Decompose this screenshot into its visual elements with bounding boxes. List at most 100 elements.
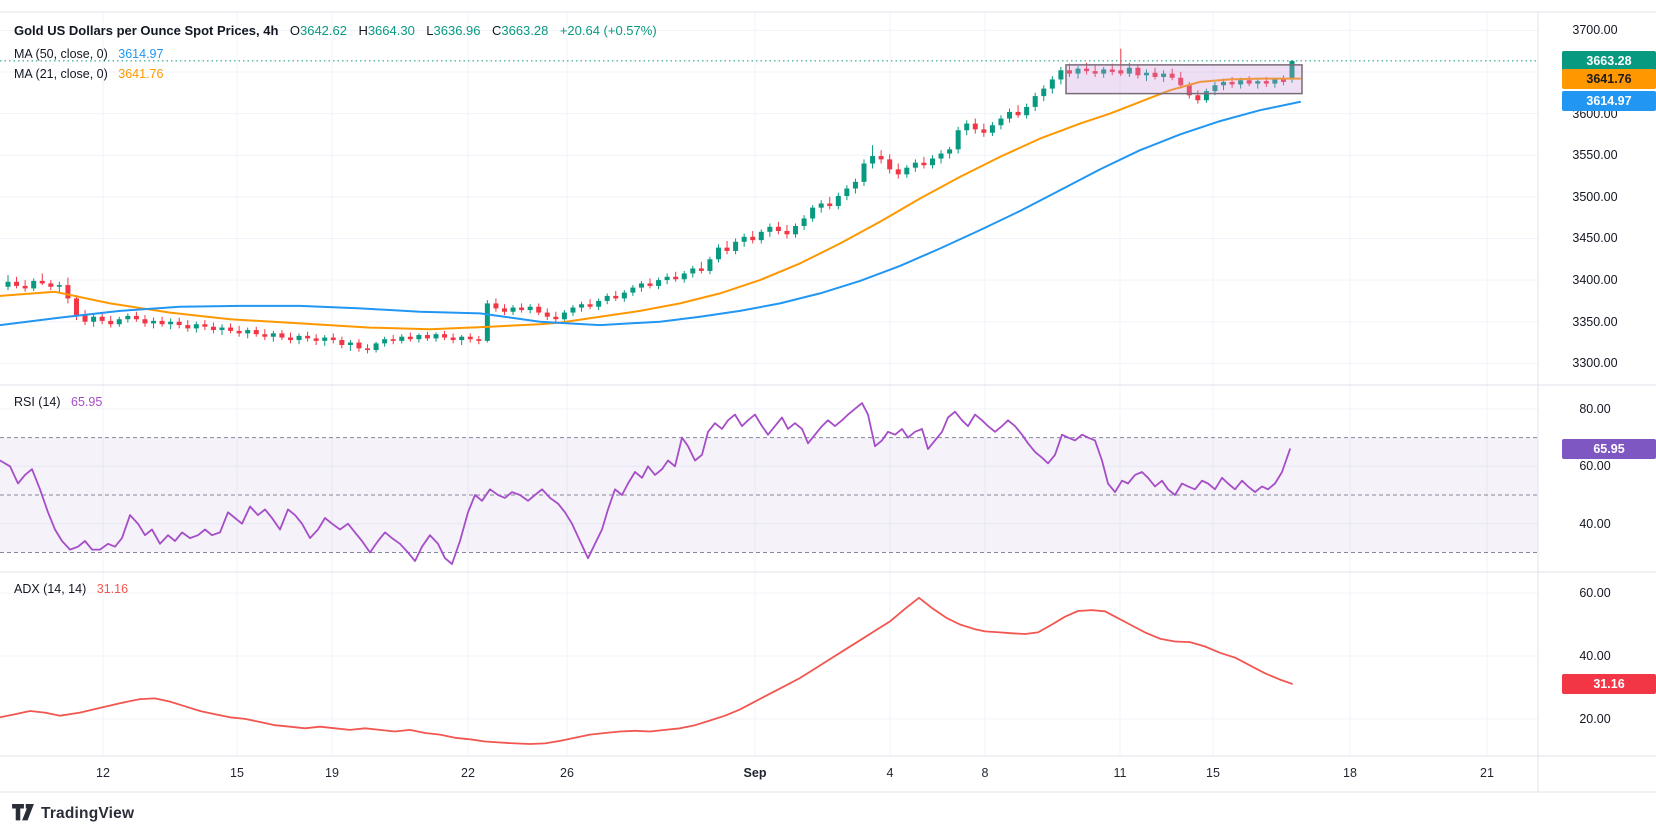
candle-body: [210, 326, 216, 331]
candle-body: [998, 118, 1004, 126]
candle-body: [484, 303, 490, 341]
ma21-value: 3641.76: [118, 67, 164, 81]
candle-body: [981, 129, 987, 133]
highlight-box[interactable]: [1065, 64, 1303, 95]
candle-body: [399, 336, 405, 341]
candle-body: [904, 167, 910, 175]
time-axis-label: 26: [560, 766, 574, 780]
candle-body: [253, 330, 259, 335]
candle-body: [989, 125, 995, 133]
candle-body: [835, 196, 841, 206]
tradingview-logo[interactable]: TradingView: [12, 804, 134, 824]
candle-body: [185, 325, 191, 329]
candle-body: [407, 336, 413, 340]
candle-body: [647, 283, 653, 286]
candle-body: [519, 307, 525, 311]
candle-body: [116, 319, 122, 325]
candle-body: [228, 327, 234, 331]
candle-body: [39, 280, 45, 284]
candle-body: [476, 339, 482, 341]
candle-body: [621, 292, 627, 299]
candle-body: [544, 312, 550, 317]
time-axis-label: Sep: [743, 766, 767, 780]
candle-body: [1024, 106, 1030, 116]
candle-body: [168, 321, 174, 325]
symbol-legend-row[interactable]: Gold US Dollars per Ounce Spot Prices, 4…: [14, 22, 657, 40]
candle-body: [570, 307, 576, 313]
candle-body: [664, 276, 670, 281]
candle-body: [236, 330, 242, 334]
ma21-legend-row[interactable]: MA (21, close, 0) 3641.76: [14, 67, 163, 81]
candle-body: [690, 268, 696, 274]
candle-body: [442, 334, 448, 338]
candle-body: [955, 130, 961, 150]
candle-body: [527, 306, 533, 311]
time-axis-label: 12: [96, 766, 110, 780]
candle-body: [219, 327, 225, 331]
ma50-line: [0, 100, 1301, 327]
candle-body: [347, 342, 353, 346]
candle-body: [698, 268, 704, 271]
candle-body: [673, 276, 679, 280]
candle-body: [433, 334, 439, 339]
candle-body: [56, 285, 62, 287]
candle-body: [262, 334, 268, 337]
candle-body: [921, 162, 927, 166]
candle-body: [878, 156, 884, 160]
candle-body: [613, 295, 619, 299]
candle-body: [322, 337, 328, 341]
candle-body: [895, 169, 901, 175]
candle-body: [142, 319, 148, 324]
candle-body: [938, 153, 944, 159]
time-axis-label: 19: [325, 766, 339, 780]
rsi-value: 65.95: [71, 395, 103, 409]
candle-body: [793, 225, 799, 235]
close-label: C: [491, 23, 502, 38]
candle-body: [818, 203, 824, 208]
candle-body: [638, 283, 644, 288]
rsi-label: RSI (14): [14, 395, 61, 409]
candle-body: [758, 231, 764, 241]
high-label: H: [358, 23, 368, 38]
candle-body: [947, 149, 953, 154]
adx-axis-label: 40.00: [1579, 648, 1611, 663]
adx-axis-label: 60.00: [1579, 586, 1611, 601]
candle-body: [99, 316, 105, 321]
candle-body: [287, 337, 293, 341]
rsi-legend-row[interactable]: RSI (14) 65.95: [14, 395, 102, 409]
adx-label: ADX (14, 14): [14, 582, 87, 596]
time-axis-label: 8: [981, 766, 989, 780]
ma50-legend-row[interactable]: MA (50, close, 0) 3614.97: [14, 47, 163, 61]
candle-body: [305, 335, 311, 339]
candle-body: [159, 320, 165, 325]
candle-body: [1195, 95, 1201, 101]
rsi-badge: 65.95: [1562, 439, 1656, 460]
chart-canvas[interactable]: [0, 0, 1656, 838]
candle-body: [501, 308, 507, 312]
candle-body: [741, 236, 747, 242]
candle-body: [1049, 79, 1055, 89]
candle-body: [193, 324, 199, 329]
ma21-line: [0, 77, 1301, 331]
candle-body: [887, 159, 893, 170]
low-value: 3636.96: [433, 23, 481, 38]
candle-body: [870, 156, 876, 164]
candle-body: [5, 281, 11, 287]
candle-body: [733, 241, 739, 251]
candle-body: [1007, 111, 1013, 119]
candle-body: [810, 207, 816, 219]
adx-legend-row[interactable]: ADX (14, 14) 31.16: [14, 582, 128, 596]
candle-body: [279, 333, 285, 338]
candle-body: [133, 315, 139, 320]
adx-axis-label: 20.00: [1579, 711, 1611, 726]
ma50-value: 3614.97: [118, 47, 164, 61]
time-axis-label: 11: [1113, 766, 1127, 780]
candle-body: [416, 335, 422, 340]
candle-body: [972, 123, 978, 130]
candle-body: [1041, 88, 1047, 97]
time-axis-label: 21: [1480, 766, 1494, 780]
candle-body: [296, 335, 302, 341]
candle-body: [852, 181, 858, 189]
candle-body: [245, 330, 251, 334]
candle-body: [1015, 111, 1021, 116]
